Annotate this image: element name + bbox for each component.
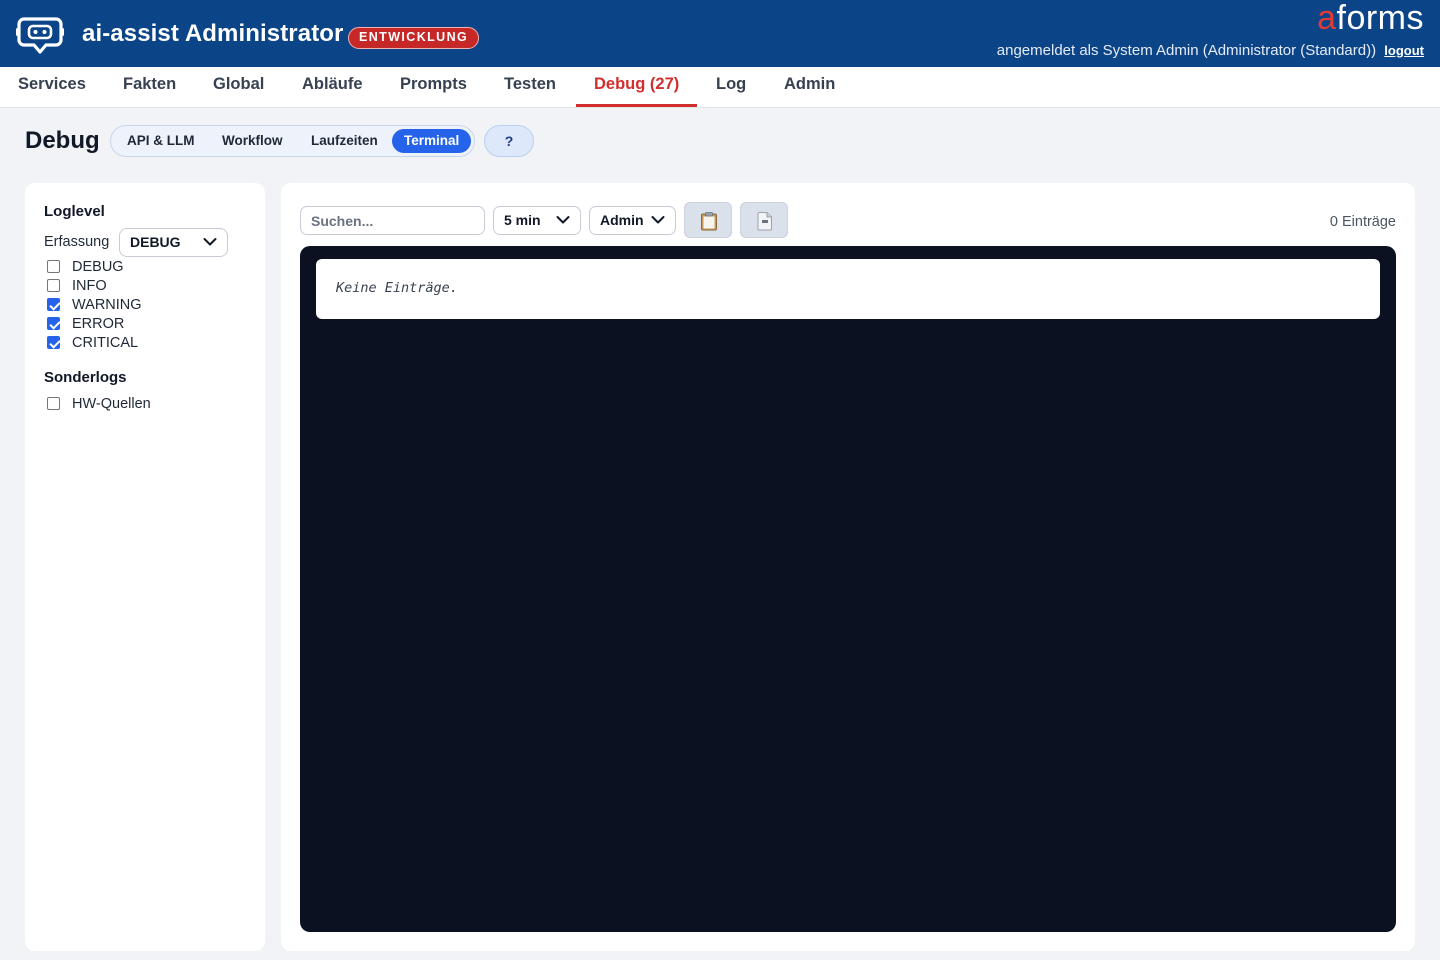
nav-item-debug[interactable]: Debug (27)	[576, 67, 698, 107]
capture-label: Erfassung	[44, 234, 110, 250]
level-label: INFO	[72, 277, 107, 294]
checkbox-checked[interactable]	[47, 298, 60, 311]
user-value: Admin	[600, 212, 644, 228]
nav-item-testen[interactable]: Testen	[486, 67, 574, 107]
nav-item-log[interactable]: Log	[698, 67, 764, 107]
checkbox[interactable]	[47, 279, 60, 292]
nav-item-ablaeufe[interactable]: Abläufe	[284, 67, 381, 107]
checkbox[interactable]	[47, 397, 60, 410]
entry-count: 0 Einträge	[1329, 214, 1396, 230]
level-critical[interactable]: CRITICAL	[47, 334, 138, 351]
login-info: angemeldet als System Admin (Administrat…	[997, 42, 1424, 59]
level-info[interactable]: INFO	[47, 277, 107, 294]
app-title: ai-assist Administrator	[82, 20, 344, 47]
logout-link[interactable]: logout	[1384, 43, 1424, 58]
nav-item-admin[interactable]: Admin	[766, 67, 853, 107]
environment-badge: ENTWICKLUNG	[348, 27, 480, 49]
capture-level-select[interactable]: DEBUG	[119, 228, 228, 257]
empty-state-text: Keine Einträge.	[336, 280, 458, 296]
nav-item-fakten[interactable]: Fakten	[105, 67, 194, 107]
download-button[interactable]	[740, 202, 788, 238]
login-text: angemeldet als System Admin (Administrat…	[996, 42, 1377, 59]
copy-button[interactable]	[684, 202, 732, 238]
user-select[interactable]: Admin	[589, 206, 676, 235]
subtab-api-llm[interactable]: API & LLM	[115, 129, 207, 153]
loglevel-panel: Loglevel Erfassung DEBUG DEBUG INFO WARN…	[25, 183, 265, 951]
help-button[interactable]: ?	[484, 125, 534, 157]
sonderlog-hw-quellen[interactable]: HW-Quellen	[47, 395, 151, 412]
nav-item-services[interactable]: Services	[0, 67, 104, 107]
page-title: Debug	[25, 127, 100, 154]
checkbox-checked[interactable]	[47, 317, 60, 330]
file-icon	[757, 212, 772, 231]
sonderlog-label: HW-Quellen	[72, 395, 151, 412]
checkbox[interactable]	[47, 260, 60, 273]
loglevel-title: Loglevel	[44, 203, 105, 220]
chevron-down-icon	[651, 216, 665, 224]
checkbox-checked[interactable]	[47, 336, 60, 349]
time-range-value: 5 min	[504, 212, 541, 228]
subtab-workflow[interactable]: Workflow	[210, 129, 295, 153]
sonderlogs-title: Sonderlogs	[44, 369, 127, 386]
nav-item-global[interactable]: Global	[195, 67, 282, 107]
chatbot-icon	[16, 17, 64, 54]
subtab-terminal[interactable]: Terminal	[392, 129, 472, 153]
clipboard-icon	[701, 212, 717, 231]
main-nav: Services Fakten Global Abläufe Prompts T…	[0, 67, 1440, 108]
terminal-panel: 5 min Admin 0 Einträge Keine Einträge.	[281, 183, 1415, 951]
time-range-select[interactable]: 5 min	[493, 206, 581, 235]
app-header: ai-assist Administrator ENTWICKLUNG afor…	[0, 0, 1440, 67]
level-label: ERROR	[72, 315, 125, 332]
brand-logo: aforms	[1317, 0, 1424, 37]
capture-level-value: DEBUG	[130, 234, 181, 250]
chevron-down-icon	[203, 238, 217, 246]
chevron-down-icon	[556, 216, 570, 224]
subtab-laufzeiten[interactable]: Laufzeiten	[299, 129, 390, 153]
level-label: CRITICAL	[72, 334, 139, 351]
level-warning[interactable]: WARNING	[47, 296, 142, 313]
nav-item-prompts[interactable]: Prompts	[382, 67, 485, 107]
terminal-output[interactable]: Keine Einträge.	[300, 246, 1396, 932]
level-label: DEBUG	[72, 258, 124, 275]
empty-state: Keine Einträge.	[316, 259, 1380, 319]
debug-subtabs: API & LLM Workflow Laufzeiten Terminal	[110, 125, 475, 157]
level-debug[interactable]: DEBUG	[47, 258, 124, 275]
level-label: WARNING	[72, 296, 142, 313]
level-error[interactable]: ERROR	[47, 315, 124, 332]
search-input[interactable]	[300, 206, 485, 235]
